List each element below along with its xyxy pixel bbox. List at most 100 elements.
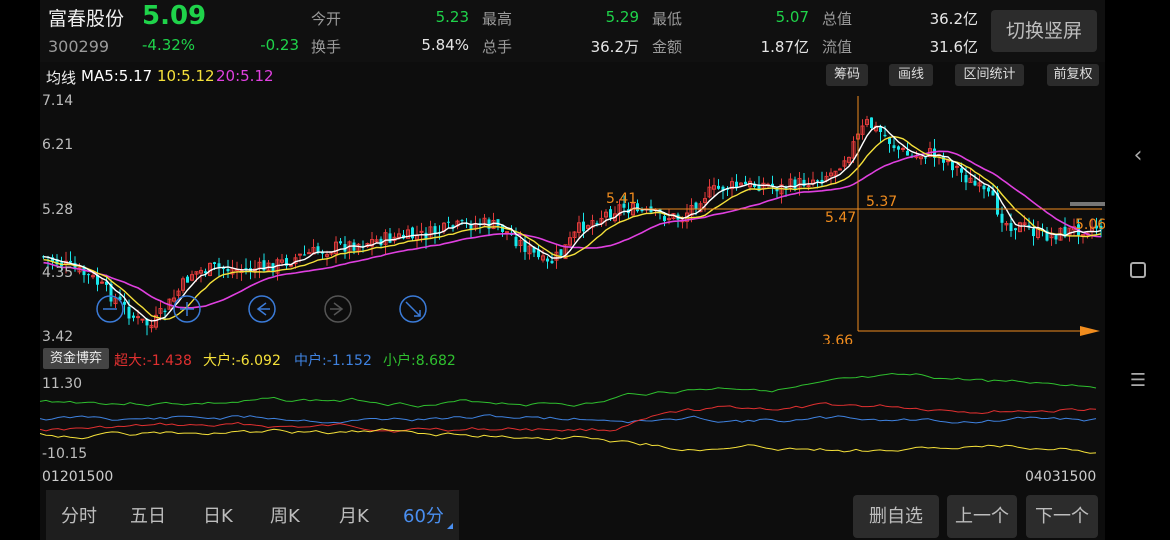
price-axis-label: 7.14: [42, 93, 74, 109]
stat-value-high: 5.29: [605, 8, 639, 26]
candle-body: [901, 147, 905, 150]
pan-right-icon[interactable]: [324, 295, 352, 323]
time-axis-end: 04031500: [1025, 469, 1097, 485]
tab-month-k[interactable]: 月K: [339, 502, 369, 528]
time-axis-start: 01201500: [42, 469, 114, 485]
back-icon[interactable]: ‹: [1128, 143, 1148, 168]
reset-zoom-icon[interactable]: [399, 295, 427, 323]
stock-price: 5.09: [142, 1, 207, 31]
zoom-in-icon[interactable]: [173, 295, 201, 323]
candle-body: [163, 310, 167, 313]
dropdown-triangle-icon: [447, 523, 453, 529]
stat-value-low: 5.07: [775, 8, 809, 26]
candle-body: [1032, 228, 1035, 237]
stat-label-total-value: 总值: [822, 10, 853, 28]
tab-day-k[interactable]: 日K: [203, 502, 233, 528]
candle-body: [303, 254, 306, 256]
fund-super-value: 超大:-1.438: [114, 353, 192, 369]
candle-body: [973, 180, 977, 186]
stat-label-low: 最低: [652, 10, 683, 28]
candle-body: [582, 221, 585, 232]
annotation-5-41: 5.41: [606, 191, 637, 207]
fund-game-button[interactable]: 资金博弈: [43, 348, 109, 369]
candle-body: [460, 220, 464, 222]
next-stock-button[interactable]: 下一个: [1026, 495, 1098, 538]
candle-body: [806, 185, 811, 188]
fund-big-line: [40, 428, 1097, 454]
remove-favorite-button[interactable]: 删自选: [853, 495, 939, 538]
tab-week-k[interactable]: 周K: [270, 502, 300, 528]
candle-body: [123, 301, 126, 305]
candle-body: [883, 134, 887, 137]
annotation-5-47: 5.47: [825, 210, 856, 226]
candle-body: [186, 276, 189, 283]
price-marker: [1070, 202, 1105, 206]
range-stats-button[interactable]: 区间统计: [955, 64, 1024, 86]
fund-mid-line: [40, 414, 1097, 424]
candle-body: [744, 181, 747, 185]
annotation-3-66: 3.66: [822, 333, 853, 344]
candle-body: [694, 202, 698, 209]
home-icon[interactable]: [1130, 262, 1146, 278]
draw-line-button[interactable]: 画线: [889, 64, 933, 86]
candle-body: [960, 168, 963, 173]
candle-body: [316, 246, 320, 253]
candle-body: [411, 227, 414, 239]
kline-chart[interactable]: 5.41 5.37 5.47 3.66 5.06: [40, 88, 1105, 344]
price-axis-label: 6.21: [42, 137, 74, 153]
stat-label-open: 今开: [311, 10, 342, 28]
candle-body: [1014, 228, 1017, 231]
candle-body: [1009, 223, 1013, 232]
stat-label-amount: 金额: [652, 38, 683, 56]
ma5-value: MA5:5.17: [81, 67, 153, 85]
stat-value-amount: 1.87亿: [760, 38, 809, 56]
period-tab-bar: [46, 490, 459, 540]
ma-title: 均线: [46, 69, 77, 87]
chips-button[interactable]: 筹码: [826, 64, 868, 86]
candle-body: [1054, 235, 1058, 240]
stat-value-float-value: 31.6亿: [929, 38, 978, 56]
candle-body: [717, 185, 720, 189]
fund-axis-top: 11.30: [42, 376, 83, 392]
candle-body: [870, 117, 873, 129]
menu-icon[interactable]: ☰: [1128, 370, 1148, 391]
tab-60-min[interactable]: 60分: [403, 502, 444, 528]
candle-body: [87, 274, 90, 276]
candle-body: [838, 168, 842, 171]
candle-body: [951, 161, 954, 171]
candle-body: [906, 150, 909, 156]
ma20-line: [43, 150, 1102, 309]
previous-stock-button[interactable]: 上一个: [947, 495, 1017, 538]
tab-five-day[interactable]: 五日: [130, 502, 166, 528]
candle-body: [226, 268, 230, 272]
candlesticks: [42, 115, 1103, 336]
candle-body: [213, 262, 216, 265]
ma10-value: 10:5.12: [157, 67, 215, 85]
ma10-line: [43, 135, 1102, 321]
switch-portrait-button[interactable]: 切换竖屏: [991, 10, 1097, 52]
candle-body: [663, 216, 666, 222]
change-percent: -4.32%: [142, 36, 196, 54]
price-axis-label: 5.28: [42, 202, 74, 218]
candle-body: [140, 318, 145, 321]
tab-timeshare[interactable]: 分时: [61, 502, 97, 528]
candle-body: [550, 260, 554, 264]
candle-body: [559, 249, 563, 256]
candle-body: [100, 281, 104, 284]
stock-name: 富春股份: [48, 8, 125, 30]
candle-body: [136, 316, 140, 319]
stat-label-turnover: 换手: [311, 38, 342, 56]
stock-code: 300299: [48, 37, 110, 56]
fund-small-value: 小户:8.682: [383, 353, 456, 369]
fund-small-line: [40, 372, 1097, 408]
pan-left-icon[interactable]: [248, 295, 276, 323]
ma20-value: 20:5.12: [216, 67, 274, 85]
candle-body: [897, 146, 900, 150]
forward-adjust-button[interactable]: 前复权: [1047, 64, 1099, 86]
stat-value-turnover: 5.84%: [421, 36, 469, 54]
stat-label-float-value: 流值: [822, 38, 853, 56]
candle-body: [307, 252, 311, 255]
candle-body: [388, 233, 392, 243]
candle-body: [892, 145, 896, 149]
candle-body: [505, 231, 509, 234]
